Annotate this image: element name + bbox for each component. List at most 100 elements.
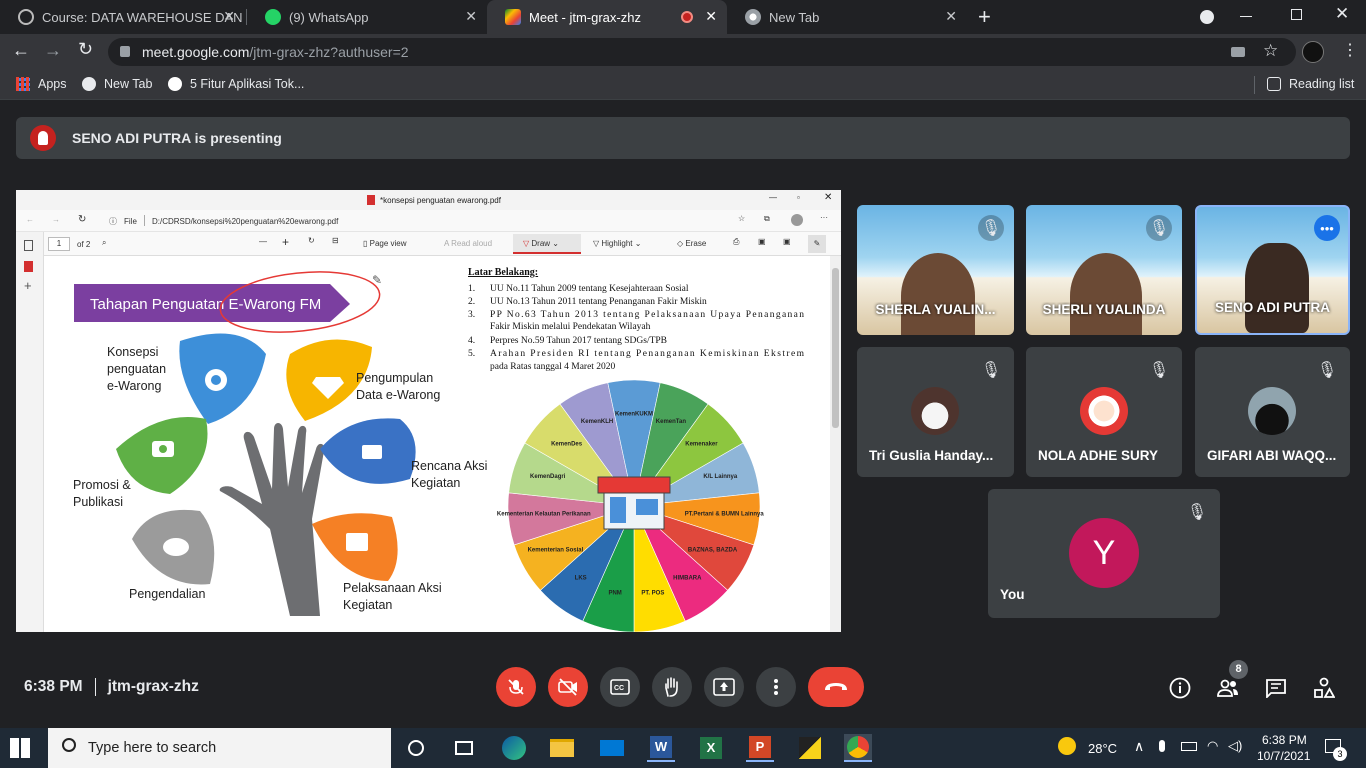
menu-icon[interactable]: ⋮ [1342,40,1358,60]
battery-icon[interactable] [1181,742,1197,751]
cortana-icon[interactable] [402,734,430,762]
camera-icon[interactable] [1231,47,1245,57]
bookmarks-bar: Apps New Tab 5 Fitur Aplikasi Tok... Rea… [0,70,1366,100]
pdf-zoom-out[interactable]: — [259,237,267,246]
participant-tile[interactable]: 🎙 SHERLI YUALINDA [1026,205,1182,335]
pdf-print-icon[interactable]: ⎙ [733,237,739,247]
leave-call-button[interactable] [808,667,864,707]
pdf-reload[interactable]: ↻ [78,214,86,225]
pdf-profile-icon[interactable] [791,214,803,226]
chat-button[interactable] [1264,676,1288,700]
pdf-close[interactable]: ✕ [824,192,832,203]
close-icon[interactable]: ✕ [465,8,477,25]
taskbar-search[interactable]: Type here to search [48,728,391,768]
tab-meet[interactable]: Meet - jtm-grax-zhz ✕ [487,0,727,34]
people-button[interactable] [1216,676,1240,700]
list-item-3b: Fakir Miskin melalui Pendekatan Wilayah [490,322,651,332]
captions-button[interactable]: CC [600,667,640,707]
close-icon[interactable]: ✕ [223,8,235,25]
more-options-button[interactable] [756,667,796,707]
pdf-page-view[interactable]: ▯ Page view [363,239,407,248]
start-button[interactable] [10,738,30,758]
camera-toggle-button[interactable] [548,667,588,707]
powerpoint-icon[interactable]: P [746,734,774,762]
present-button[interactable] [704,667,744,707]
mic-toggle-button[interactable] [496,667,536,707]
clock-date[interactable]: 10/7/2021 [1257,749,1310,763]
sticky-notes-icon[interactable] [796,734,824,762]
reading-list-button[interactable]: Reading list [1267,77,1354,91]
volume-icon[interactable]: ◁) [1228,738,1242,754]
tab-newtab[interactable]: New Tab ✕ [727,0,967,34]
pdf-minimize[interactable]: — [769,193,777,202]
pdf-search-icon[interactable]: ⌕ [102,238,106,248]
pdf-draw-tool[interactable]: ▽ Draw ⌄ [513,234,581,254]
pdf-fit-icon[interactable]: ⊟ [332,236,339,245]
tab-search-icon[interactable] [1200,10,1214,24]
pdf-scrollbar[interactable] [830,256,841,632]
pdf-erase-tool[interactable]: ◇ Erase [677,239,706,248]
pdf-rotate-icon[interactable]: ↻ [308,236,315,245]
bookmark-apps[interactable]: Apps [16,77,67,91]
bookmark-newtab[interactable]: New Tab [82,77,152,91]
pdf-add-icon[interactable]: + [24,278,32,293]
close-icon[interactable]: ✕ [705,8,717,25]
pdf-page-input[interactable]: 1 [48,237,70,251]
restore-button[interactable] [1291,9,1302,20]
pdf-saveas-icon[interactable]: ▣ [783,237,791,246]
participant-tile-active[interactable]: ••• SENO ADI PUTRA [1195,205,1350,335]
edge-icon[interactable] [500,734,528,762]
self-tile[interactable]: 🎙 Y You [988,489,1220,618]
more-options-icon[interactable]: ••• [1314,215,1340,241]
forward-button[interactable]: → [44,40,62,61]
wifi-icon[interactable]: ◠ [1207,738,1218,754]
pdf-read-aloud[interactable]: A Read aloud [444,239,492,248]
participant-tile[interactable]: 🎙 Tri Guslia Handay... [857,347,1014,477]
profile-avatar[interactable] [1302,41,1324,63]
back-button[interactable]: ← [12,40,30,61]
participant-tile[interactable]: 🎙 GIFARI ABI WAQQ... [1195,347,1350,477]
tab-whatsapp[interactable]: (9) WhatsApp ✕ [247,0,487,34]
chrome-icon[interactable] [844,734,872,762]
reload-button[interactable]: ↻ [78,39,93,60]
close-window-button[interactable]: ✕ [1335,4,1349,24]
pdf-pin-icon[interactable]: ✎ [808,235,826,253]
new-tab-button[interactable]: + [978,4,991,30]
bookmarks-separator [1254,76,1255,94]
meeting-info-button[interactable] [1168,676,1192,700]
pdf-back[interactable]: ← [26,215,34,224]
close-icon[interactable]: ✕ [945,8,957,25]
pdf-doc-icon[interactable] [24,261,33,272]
pdf-save-icon[interactable]: ▣ [758,237,766,246]
weather-icon[interactable] [1058,737,1076,755]
mail-icon[interactable] [598,734,626,762]
mic-tray-icon[interactable] [1159,740,1165,752]
pdf-restore[interactable]: ▫ [797,193,800,202]
clock-time[interactable]: 6:38 PM [1262,733,1307,747]
pdf-thumbnails-icon[interactable] [24,240,33,251]
participant-tile[interactable]: 🎙 SHERLA YUALIN... [857,205,1014,335]
bookmark-star-icon[interactable]: ☆ [1263,41,1278,61]
file-explorer-icon[interactable] [548,734,576,762]
pdf-more-icon[interactable]: ··· [820,213,828,222]
activities-button[interactable] [1312,676,1336,700]
info-icon [1169,677,1191,699]
word-icon[interactable]: W [647,734,675,762]
address-bar[interactable]: meet.google.com/jtm-grax-zhz?authuser=2 … [108,38,1296,66]
pdf-favorite-icon[interactable]: ☆ [738,214,745,223]
scrollbar-thumb[interactable] [832,268,839,428]
pdf-forward[interactable]: → [52,215,60,224]
excel-icon[interactable]: X [697,734,725,762]
pdf-zoom-in[interactable]: + [282,235,289,249]
bookmark-tiktok[interactable]: 5 Fitur Aplikasi Tok... [168,77,304,91]
participant-tile[interactable]: 🎙 NOLA ADHE SURY [1026,347,1182,477]
tray-chevron-icon[interactable]: ∧ [1134,738,1144,755]
raise-hand-button[interactable] [652,667,692,707]
tab-course[interactable]: Course: DATA WAREHOUSE DAN ✕ [0,0,245,34]
weather-temp[interactable]: 28°C [1088,741,1117,756]
pdf-address[interactable]: D:/CDRSD/konsepsi%20penguatan%20ewarong.… [152,217,338,226]
task-view-icon[interactable] [450,734,478,762]
pdf-collections-icon[interactable]: ⧉ [764,214,770,224]
pdf-highlight-tool[interactable]: ▽ Highlight ⌄ [593,239,641,248]
minimize-button[interactable] [1240,16,1252,17]
